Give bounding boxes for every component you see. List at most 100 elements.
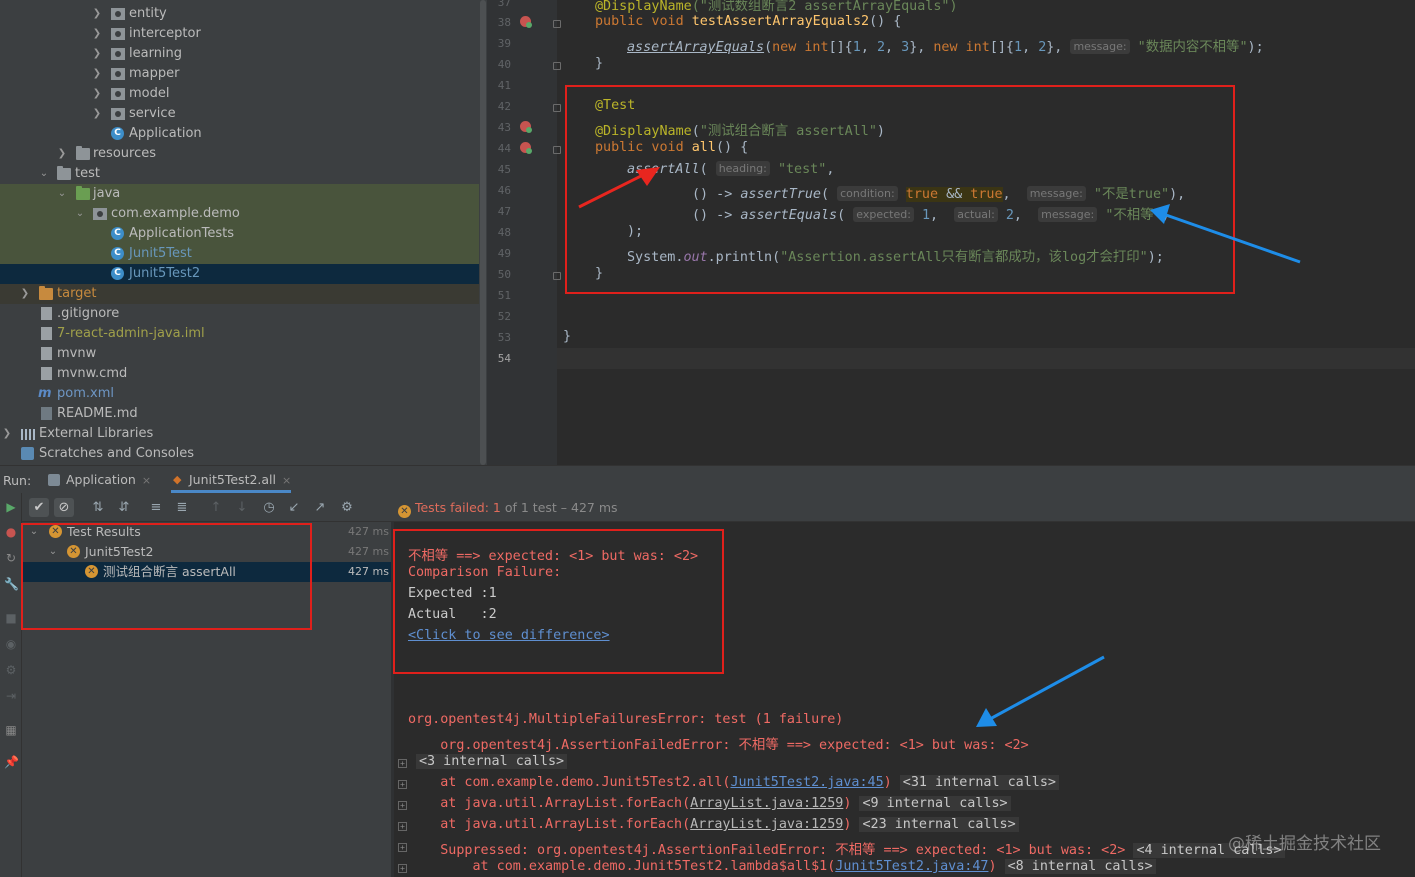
tab-application[interactable]: Application × xyxy=(48,466,151,493)
run-tool-window-header: Run: Application × ◆ Junit5Test2.all × xyxy=(0,465,1415,493)
next-failed-icon[interactable]: ↓ xyxy=(232,498,252,517)
run-test-failed-icon[interactable] xyxy=(520,16,532,28)
tree-item-mvnw-cmd[interactable]: mvnw.cmd xyxy=(0,364,479,384)
chevron-right-icon[interactable]: ❯ xyxy=(90,84,104,104)
stacktrace-link[interactable]: ArrayList.java:1259 xyxy=(690,796,843,811)
tree-item-gitignore[interactable]: .gitignore xyxy=(0,304,479,324)
expand-icon[interactable]: + xyxy=(398,864,407,873)
settings-gear-icon[interactable]: ⚙ xyxy=(337,498,357,517)
toggle-auto-test-icon[interactable]: ↻ xyxy=(4,551,18,565)
expand-icon[interactable]: + xyxy=(398,843,407,852)
internal-calls-fold[interactable]: <23 internal calls> xyxy=(859,817,1019,832)
line-number: 51 xyxy=(497,289,511,302)
tree-item-resources[interactable]: ❯ resources xyxy=(0,144,479,164)
scratches-icon xyxy=(21,447,34,460)
class-icon: C xyxy=(111,247,124,260)
camera-icon[interactable]: ◉ xyxy=(4,637,18,651)
line-number: 41 xyxy=(497,79,511,92)
exit-icon[interactable]: ⇥ xyxy=(4,689,18,703)
project-scrollbar[interactable] xyxy=(479,0,487,465)
tree-item-junit5test[interactable]: C Junit5Test xyxy=(0,244,479,264)
parameter-hint: message: xyxy=(1070,39,1130,54)
expand-icon[interactable]: + xyxy=(398,780,407,789)
stacktrace-link[interactable]: ArrayList.java:1259 xyxy=(690,817,843,832)
tree-item-com-example-demo[interactable]: ⌄ com.example.demo xyxy=(0,204,479,224)
layout-icon[interactable]: ▦ xyxy=(4,723,18,737)
stacktrace-link[interactable]: Junit5Test2.java:45 xyxy=(730,775,883,790)
internal-calls-fold[interactable]: <3 internal calls> xyxy=(416,754,568,769)
tree-item-iml[interactable]: 7-react-admin-java.iml xyxy=(0,324,479,344)
test-history-icon[interactable]: ◷ xyxy=(259,498,279,517)
stacktrace-link[interactable]: Junit5Test2.java:47 xyxy=(835,859,988,874)
tree-item-model[interactable]: ❯ model xyxy=(0,84,479,104)
chevron-right-icon[interactable]: ❯ xyxy=(0,424,14,444)
tree-item-service[interactable]: ❯ service xyxy=(0,104,479,124)
code-line-53: } xyxy=(563,329,572,344)
tree-item-java[interactable]: ⌄ java xyxy=(0,184,479,204)
gear-icon[interactable]: ⚙ xyxy=(4,663,18,677)
tree-item-interceptor[interactable]: ❯ interceptor xyxy=(0,24,479,44)
tree-item-application[interactable]: C Application xyxy=(0,124,479,144)
chevron-right-icon[interactable]: ❯ xyxy=(55,144,69,164)
wrench-icon[interactable]: 🔧 xyxy=(4,577,19,591)
internal-calls-fold[interactable]: <8 internal calls> xyxy=(1004,859,1156,874)
tree-item-junit5test2[interactable]: C Junit5Test2 xyxy=(0,264,479,284)
tree-item-entity[interactable]: ❯ entity xyxy=(0,4,479,24)
expand-all-icon[interactable]: ≡ xyxy=(146,498,166,517)
sort-by-duration-icon[interactable]: ⇵ xyxy=(114,498,134,517)
file-icon xyxy=(41,367,52,380)
chevron-right-icon[interactable]: ❯ xyxy=(90,44,104,64)
tree-item-mapper[interactable]: ❯ mapper xyxy=(0,64,479,84)
tree-item-learning[interactable]: ❯ learning xyxy=(0,44,479,64)
scrollbar-thumb[interactable] xyxy=(480,0,486,465)
export-tests-icon[interactable]: ↗ xyxy=(310,498,330,517)
chevron-right-icon[interactable]: ❯ xyxy=(18,284,32,304)
chevron-right-icon[interactable]: ❯ xyxy=(90,24,104,44)
show-ignored-icon[interactable]: ⊘ xyxy=(54,498,74,517)
chevron-right-icon[interactable]: ❯ xyxy=(90,104,104,124)
tree-item-applicationtests[interactable]: C ApplicationTests xyxy=(0,224,479,244)
expand-icon[interactable]: + xyxy=(398,822,407,831)
stop-icon[interactable]: ■ xyxy=(4,611,18,625)
tree-item-test[interactable]: ⌄ test xyxy=(0,164,479,184)
rerun-failed-icon[interactable]: ● xyxy=(4,525,18,539)
expand-icon[interactable]: + xyxy=(398,759,407,768)
show-passed-icon[interactable]: ✔ xyxy=(29,498,49,517)
internal-calls-fold[interactable]: <9 internal calls> xyxy=(859,796,1011,811)
fold-marker-icon[interactable] xyxy=(553,62,561,70)
watermark: @稀土掘金技术社区 xyxy=(1228,834,1381,854)
chevron-right-icon[interactable]: ❯ xyxy=(90,64,104,84)
fold-marker-icon[interactable] xyxy=(553,146,561,154)
tree-item-scratches[interactable]: Scratches and Consoles xyxy=(0,444,479,464)
spring-class-icon: C xyxy=(111,127,124,140)
tree-item-external-libraries[interactable]: ❯ External Libraries xyxy=(0,424,479,444)
fold-marker-icon[interactable] xyxy=(553,20,561,28)
tree-item-pom-xml[interactable]: m pom.xml xyxy=(0,384,479,404)
chevron-down-icon[interactable]: ⌄ xyxy=(55,184,69,204)
tree-item-target[interactable]: ❯ target xyxy=(0,284,479,304)
internal-calls-fold[interactable]: <31 internal calls> xyxy=(899,775,1059,790)
fold-marker-icon[interactable] xyxy=(553,272,561,280)
console-line: at com.example.demo.Junit5Test2.lambda$a… xyxy=(408,859,1156,874)
line-number: 46 xyxy=(497,184,511,197)
tab-junit5test2-all[interactable]: ◆ Junit5Test2.all × xyxy=(171,466,292,493)
import-tests-icon[interactable]: ↙ xyxy=(284,498,304,517)
chevron-down-icon[interactable]: ⌄ xyxy=(73,204,87,224)
pin-icon[interactable]: 📌 xyxy=(4,755,19,769)
tree-item-readme[interactable]: README.md xyxy=(0,404,479,424)
package-icon xyxy=(111,8,125,20)
sort-alphabetically-icon[interactable]: ⇅ xyxy=(88,498,108,517)
expand-icon[interactable]: + xyxy=(398,801,407,810)
close-icon[interactable]: × xyxy=(142,474,151,487)
close-icon[interactable]: × xyxy=(282,474,291,487)
caret-line-highlight xyxy=(557,348,1415,369)
run-test-failed-icon[interactable] xyxy=(520,142,532,154)
collapse-all-icon[interactable]: ≣ xyxy=(172,498,192,517)
chevron-down-icon[interactable]: ⌄ xyxy=(37,164,51,184)
run-test-failed-icon[interactable] xyxy=(520,121,532,133)
previous-failed-icon[interactable]: ↑ xyxy=(206,498,226,517)
fold-marker-icon[interactable] xyxy=(553,104,561,112)
rerun-icon[interactable]: ▶ xyxy=(4,500,18,514)
chevron-right-icon[interactable]: ❯ xyxy=(90,4,104,24)
tree-item-mvnw[interactable]: mvnw xyxy=(0,344,479,364)
